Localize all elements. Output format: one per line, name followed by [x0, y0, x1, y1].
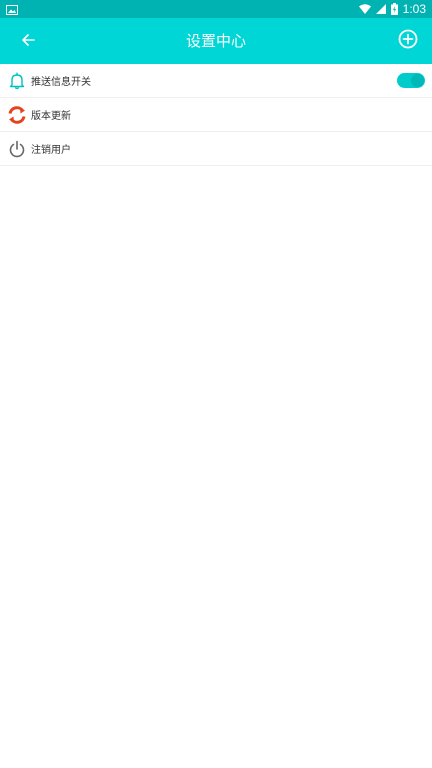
settings-item-push-notifications[interactable]: 推送信息开关 [0, 64, 432, 98]
toggle-knob [411, 74, 424, 87]
plus-circle-icon [398, 29, 418, 53]
back-button[interactable] [15, 29, 41, 53]
battery-icon [390, 3, 398, 15]
settings-item-label: 注销用户 [31, 145, 71, 156]
settings-list: 推送信息开关 版本更新 注销用户 [0, 64, 432, 166]
settings-item-label: 版本更新 [31, 111, 71, 122]
app-bar: 设置中心 [0, 18, 432, 64]
signal-icon [375, 4, 386, 14]
refresh-icon [7, 105, 27, 125]
status-time: 1:03 [402, 2, 426, 16]
settings-item-label: 推送信息开关 [31, 77, 91, 88]
wifi-icon [358, 4, 371, 14]
arrow-left-icon [21, 32, 35, 51]
page-title: 设置中心 [185, 32, 246, 50]
status-bar: 1:03 [0, 0, 432, 18]
add-button[interactable] [396, 29, 420, 53]
bell-icon [7, 71, 27, 91]
settings-item-logout[interactable]: 注销用户 [0, 132, 432, 166]
image-icon [6, 0, 18, 19]
push-notifications-toggle[interactable] [397, 73, 425, 88]
power-icon [7, 139, 27, 159]
settings-item-version-update[interactable]: 版本更新 [0, 98, 432, 132]
